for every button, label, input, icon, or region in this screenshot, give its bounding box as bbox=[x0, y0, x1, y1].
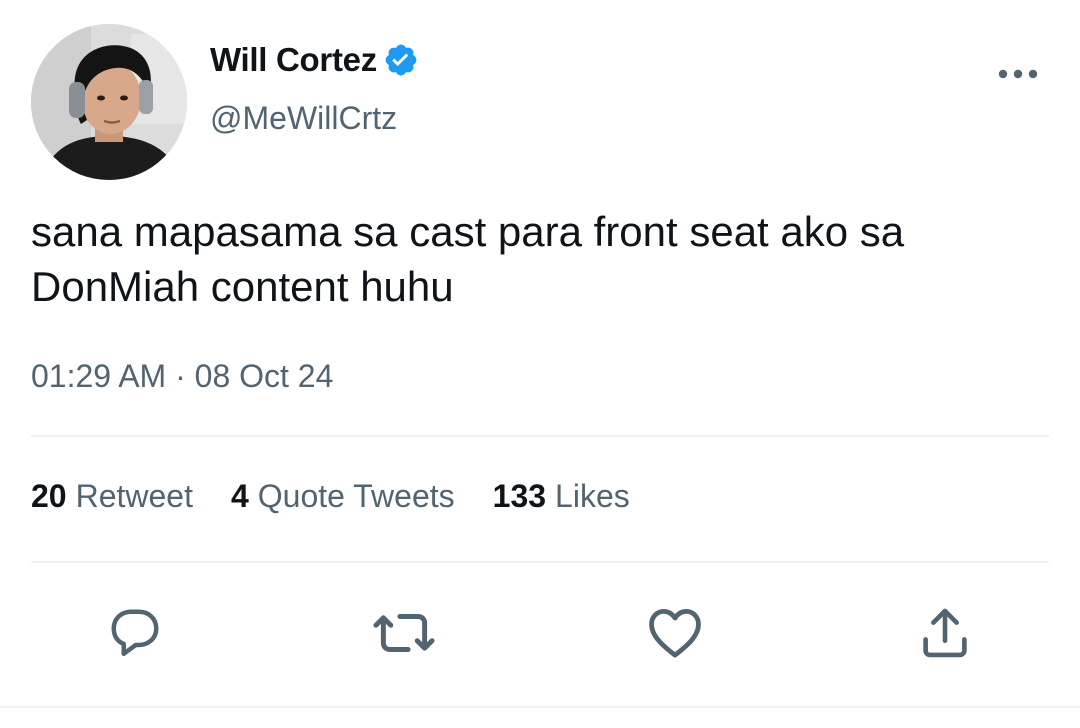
tweet-card: Will Cortez @MeWillCrtz sana mapasama sa… bbox=[0, 0, 1080, 728]
more-options-icon[interactable] bbox=[994, 58, 1042, 88]
quote-count-value: 4 bbox=[230, 478, 249, 514]
like-count[interactable]: 133 Likes bbox=[493, 478, 630, 515]
display-name[interactable]: Will Cortez bbox=[210, 41, 377, 79]
like-count-label: Likes bbox=[555, 478, 630, 514]
avatar-image bbox=[31, 24, 187, 180]
divider bbox=[31, 435, 1049, 437]
share-icon bbox=[923, 608, 967, 658]
quote-count-label: Quote Tweets bbox=[257, 478, 455, 514]
retweet-count[interactable]: 20 Retweet bbox=[31, 478, 193, 515]
retweet-count-value: 20 bbox=[31, 478, 67, 514]
bottom-border bbox=[0, 706, 1080, 728]
author-handle[interactable]: @MeWillCrtz bbox=[210, 100, 397, 137]
retweet-icon bbox=[373, 614, 435, 652]
like-icon bbox=[649, 609, 701, 658]
tweet-timestamp[interactable]: 01:29 AM · 08 Oct 24 bbox=[31, 358, 333, 395]
author-name-row: Will Cortez bbox=[210, 38, 419, 82]
share-button[interactable] bbox=[912, 600, 978, 666]
reply-button[interactable] bbox=[102, 600, 168, 666]
tweet-text: sana mapasama sa cast para front seat ak… bbox=[31, 208, 905, 310]
reply-icon bbox=[111, 609, 159, 656]
avatar[interactable] bbox=[31, 24, 187, 180]
verified-badge-icon bbox=[383, 42, 419, 78]
like-count-value: 133 bbox=[492, 478, 547, 514]
like-button[interactable] bbox=[642, 600, 708, 666]
retweet-count-label: Retweet bbox=[75, 478, 193, 514]
tweet-stats: 20 Retweet 4 Quote Tweets 133 Likes bbox=[31, 478, 668, 515]
quote-count[interactable]: 4 Quote Tweets bbox=[231, 478, 455, 515]
retweet-button[interactable] bbox=[371, 600, 437, 666]
divider bbox=[31, 561, 1049, 563]
